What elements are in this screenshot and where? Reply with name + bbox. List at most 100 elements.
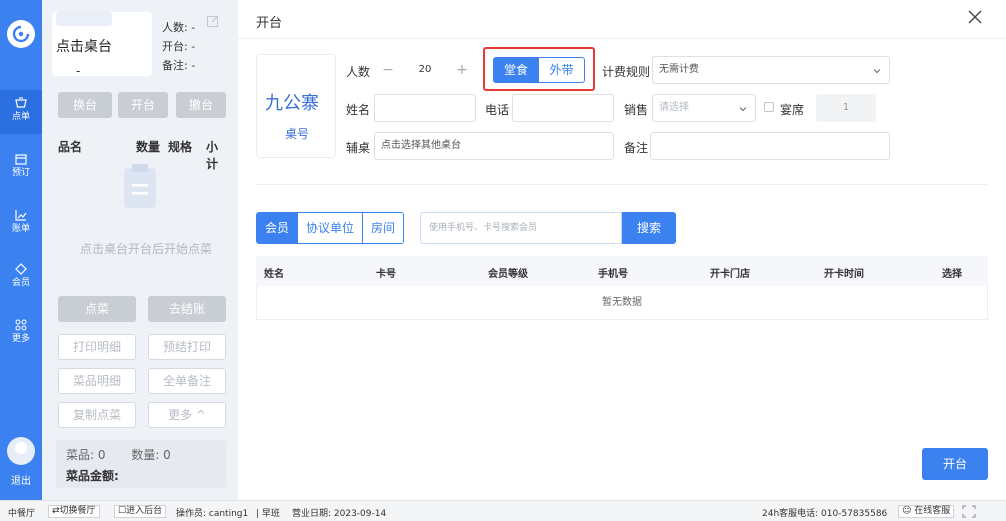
online-service-button[interactable]: ☺ 在线客服 — [898, 505, 955, 518]
shift-info: | 早班 — [256, 509, 280, 519]
billing-rule-label: 计费规则 — [602, 65, 651, 79]
cup-icon — [15, 97, 27, 108]
restaurant-name: 中餐厅 — [8, 509, 36, 519]
table-selector[interactable]: 点击桌台 - — [52, 12, 152, 78]
table-box-cap — [56, 12, 112, 26]
order-empty-text: 点击桌台开台后开始点菜 — [80, 242, 213, 256]
people-value[interactable]: 20 — [402, 56, 448, 84]
summary-qty: 数量: 0 — [131, 448, 171, 462]
cancel-table-button[interactable]: 撤台 — [176, 92, 226, 118]
logo-icon — [12, 25, 30, 43]
confirm-open-button[interactable]: 开台 — [922, 448, 988, 480]
col-qty: 数量 — [136, 140, 161, 154]
takeaway-option[interactable]: 外带 — [539, 57, 585, 83]
aux-table-placeholder: 点击选择其他桌台 — [381, 140, 461, 151]
service-hotline: 24h客服电话: 010-57835586 — [762, 509, 888, 519]
col-select: 选择 — [942, 269, 962, 280]
side-nav: 点单 预订 账单 会员 更多 退出 — [0, 0, 42, 500]
operator-info: 操作员: canting1 — [176, 509, 249, 519]
store-brand: 九公寨 — [265, 93, 319, 114]
search-button[interactable]: 搜索 — [622, 212, 676, 244]
banquet-label: 宴席 — [780, 103, 805, 117]
member-table-empty: 暂无数据 — [256, 286, 988, 320]
people-label: 人数 — [346, 65, 371, 79]
nav-item-label: 会员 — [11, 278, 30, 288]
dining-mode-toggle: 堂食 外带 — [483, 47, 595, 91]
copy-order-button[interactable]: 复制点菜 — [58, 402, 136, 428]
plus-button[interactable]: + — [448, 56, 476, 84]
tab-room[interactable]: 房间 — [363, 213, 404, 243]
order-panel: 点击桌台 - 人数: - 开台: - 备注: - 换台 开台 撤台 品名 数量 … — [42, 0, 238, 500]
order-note-button[interactable]: 全单备注 — [148, 368, 226, 394]
dish-detail-button[interactable]: 菜品明细 — [58, 368, 136, 394]
col-phone: 手机号 — [598, 269, 628, 280]
phone-label: 电话 — [485, 103, 510, 117]
chevron-down-icon — [739, 107, 747, 112]
switch-restaurant-button[interactable]: ⇄切换餐厅 — [48, 505, 100, 518]
col-member-level: 会员等级 — [488, 269, 528, 280]
summary-counts: 菜品: 0 数量: 0 — [66, 446, 216, 463]
nav-item-label: 更多 — [11, 334, 30, 344]
nav-item-label: 预订 — [11, 168, 30, 178]
open-table-button[interactable]: 开台 — [118, 92, 168, 118]
tab-agreement-unit[interactable]: 协议单位 — [298, 213, 364, 243]
clipboard-icon — [124, 164, 156, 208]
section-divider — [256, 184, 988, 185]
col-subtotal: 小计 — [206, 140, 219, 171]
nav-item-bill[interactable]: 账单 — [0, 202, 42, 246]
order-dish-button[interactable]: 点菜 — [58, 296, 136, 322]
chart-icon — [15, 210, 27, 221]
summary-amount: 菜品金额: — [66, 469, 119, 483]
search-placeholder: 使用手机号、卡号搜索会员 — [429, 223, 538, 233]
logout-button[interactable]: 退出 — [0, 472, 42, 487]
col-name: 品名 — [58, 140, 83, 154]
nav-item-reserve[interactable]: 预订 — [0, 146, 42, 190]
sales-select[interactable]: 请选择 — [652, 94, 756, 122]
nav-item-order[interactable]: 点单 — [0, 90, 42, 134]
dine-in-option[interactable]: 堂食 — [493, 57, 539, 83]
close-icon[interactable] — [966, 8, 984, 26]
nav-item-label: 点单 — [11, 112, 30, 122]
opened-time: 开台: - — [162, 40, 196, 53]
name-input[interactable] — [374, 94, 476, 122]
calendar-icon — [15, 154, 27, 165]
nav-item-more[interactable]: 更多 — [0, 312, 42, 356]
edit-icon[interactable] — [206, 14, 220, 28]
store-card: 九公寨 桌号 — [256, 54, 336, 158]
remark-label: 备注 — [624, 141, 649, 155]
chat-icon: ☺ — [902, 506, 912, 516]
nav-item-label: 账单 — [11, 224, 30, 234]
col-spec: 规格 — [168, 140, 193, 154]
tab-member[interactable]: 会员 — [257, 213, 299, 243]
aux-table-label: 辅桌 — [346, 141, 371, 155]
print-detail-button[interactable]: 打印明细 — [58, 334, 136, 360]
pre-print-button[interactable]: 预结打印 — [148, 334, 226, 360]
table-meta: 人数: - 开台: - 备注: - — [162, 18, 195, 75]
banquet-checkbox[interactable] — [764, 102, 774, 112]
dialog-title: 开台 — [256, 16, 283, 31]
minus-button[interactable]: − — [374, 56, 402, 84]
more-button[interactable]: 更多 ^ — [148, 402, 226, 428]
member-search-input[interactable]: 使用手机号、卡号搜索会员 — [420, 212, 622, 244]
checkout-button[interactable]: 去结账 — [148, 296, 226, 322]
title-divider — [238, 38, 1006, 39]
enter-backend-button[interactable]: ☐进入后台 — [114, 505, 167, 518]
diamond-icon — [15, 263, 27, 275]
search-type-tabs: 会员 协议单位 房间 — [256, 212, 405, 244]
remark-input[interactable] — [650, 132, 890, 160]
fullscreen-icon[interactable] — [962, 505, 976, 518]
change-table-button[interactable]: 换台 — [58, 92, 112, 118]
app-window: 点单 预订 账单 会员 更多 退出 点击桌台 - 人数: - 开台: - 备注:… — [0, 0, 1006, 521]
billing-rule-select[interactable]: 无需计费 — [652, 56, 890, 84]
online-service-label: 在线客服 — [914, 506, 951, 516]
nav-item-member[interactable]: 会员 — [0, 256, 42, 300]
member-table-header: 姓名 卡号 会员等级 手机号 开卡门店 开卡时间 选择 — [256, 256, 988, 286]
grid-icon — [15, 319, 27, 331]
col-card-no: 卡号 — [376, 269, 396, 280]
name-label: 姓名 — [346, 103, 371, 117]
avatar[interactable] — [7, 437, 35, 465]
col-store: 开卡门店 — [710, 269, 750, 280]
aux-table-input[interactable]: 点击选择其他桌台 — [374, 132, 614, 160]
phone-input[interactable] — [512, 94, 614, 122]
order-summary: 菜品: 0 数量: 0 菜品金额: — [56, 440, 226, 488]
